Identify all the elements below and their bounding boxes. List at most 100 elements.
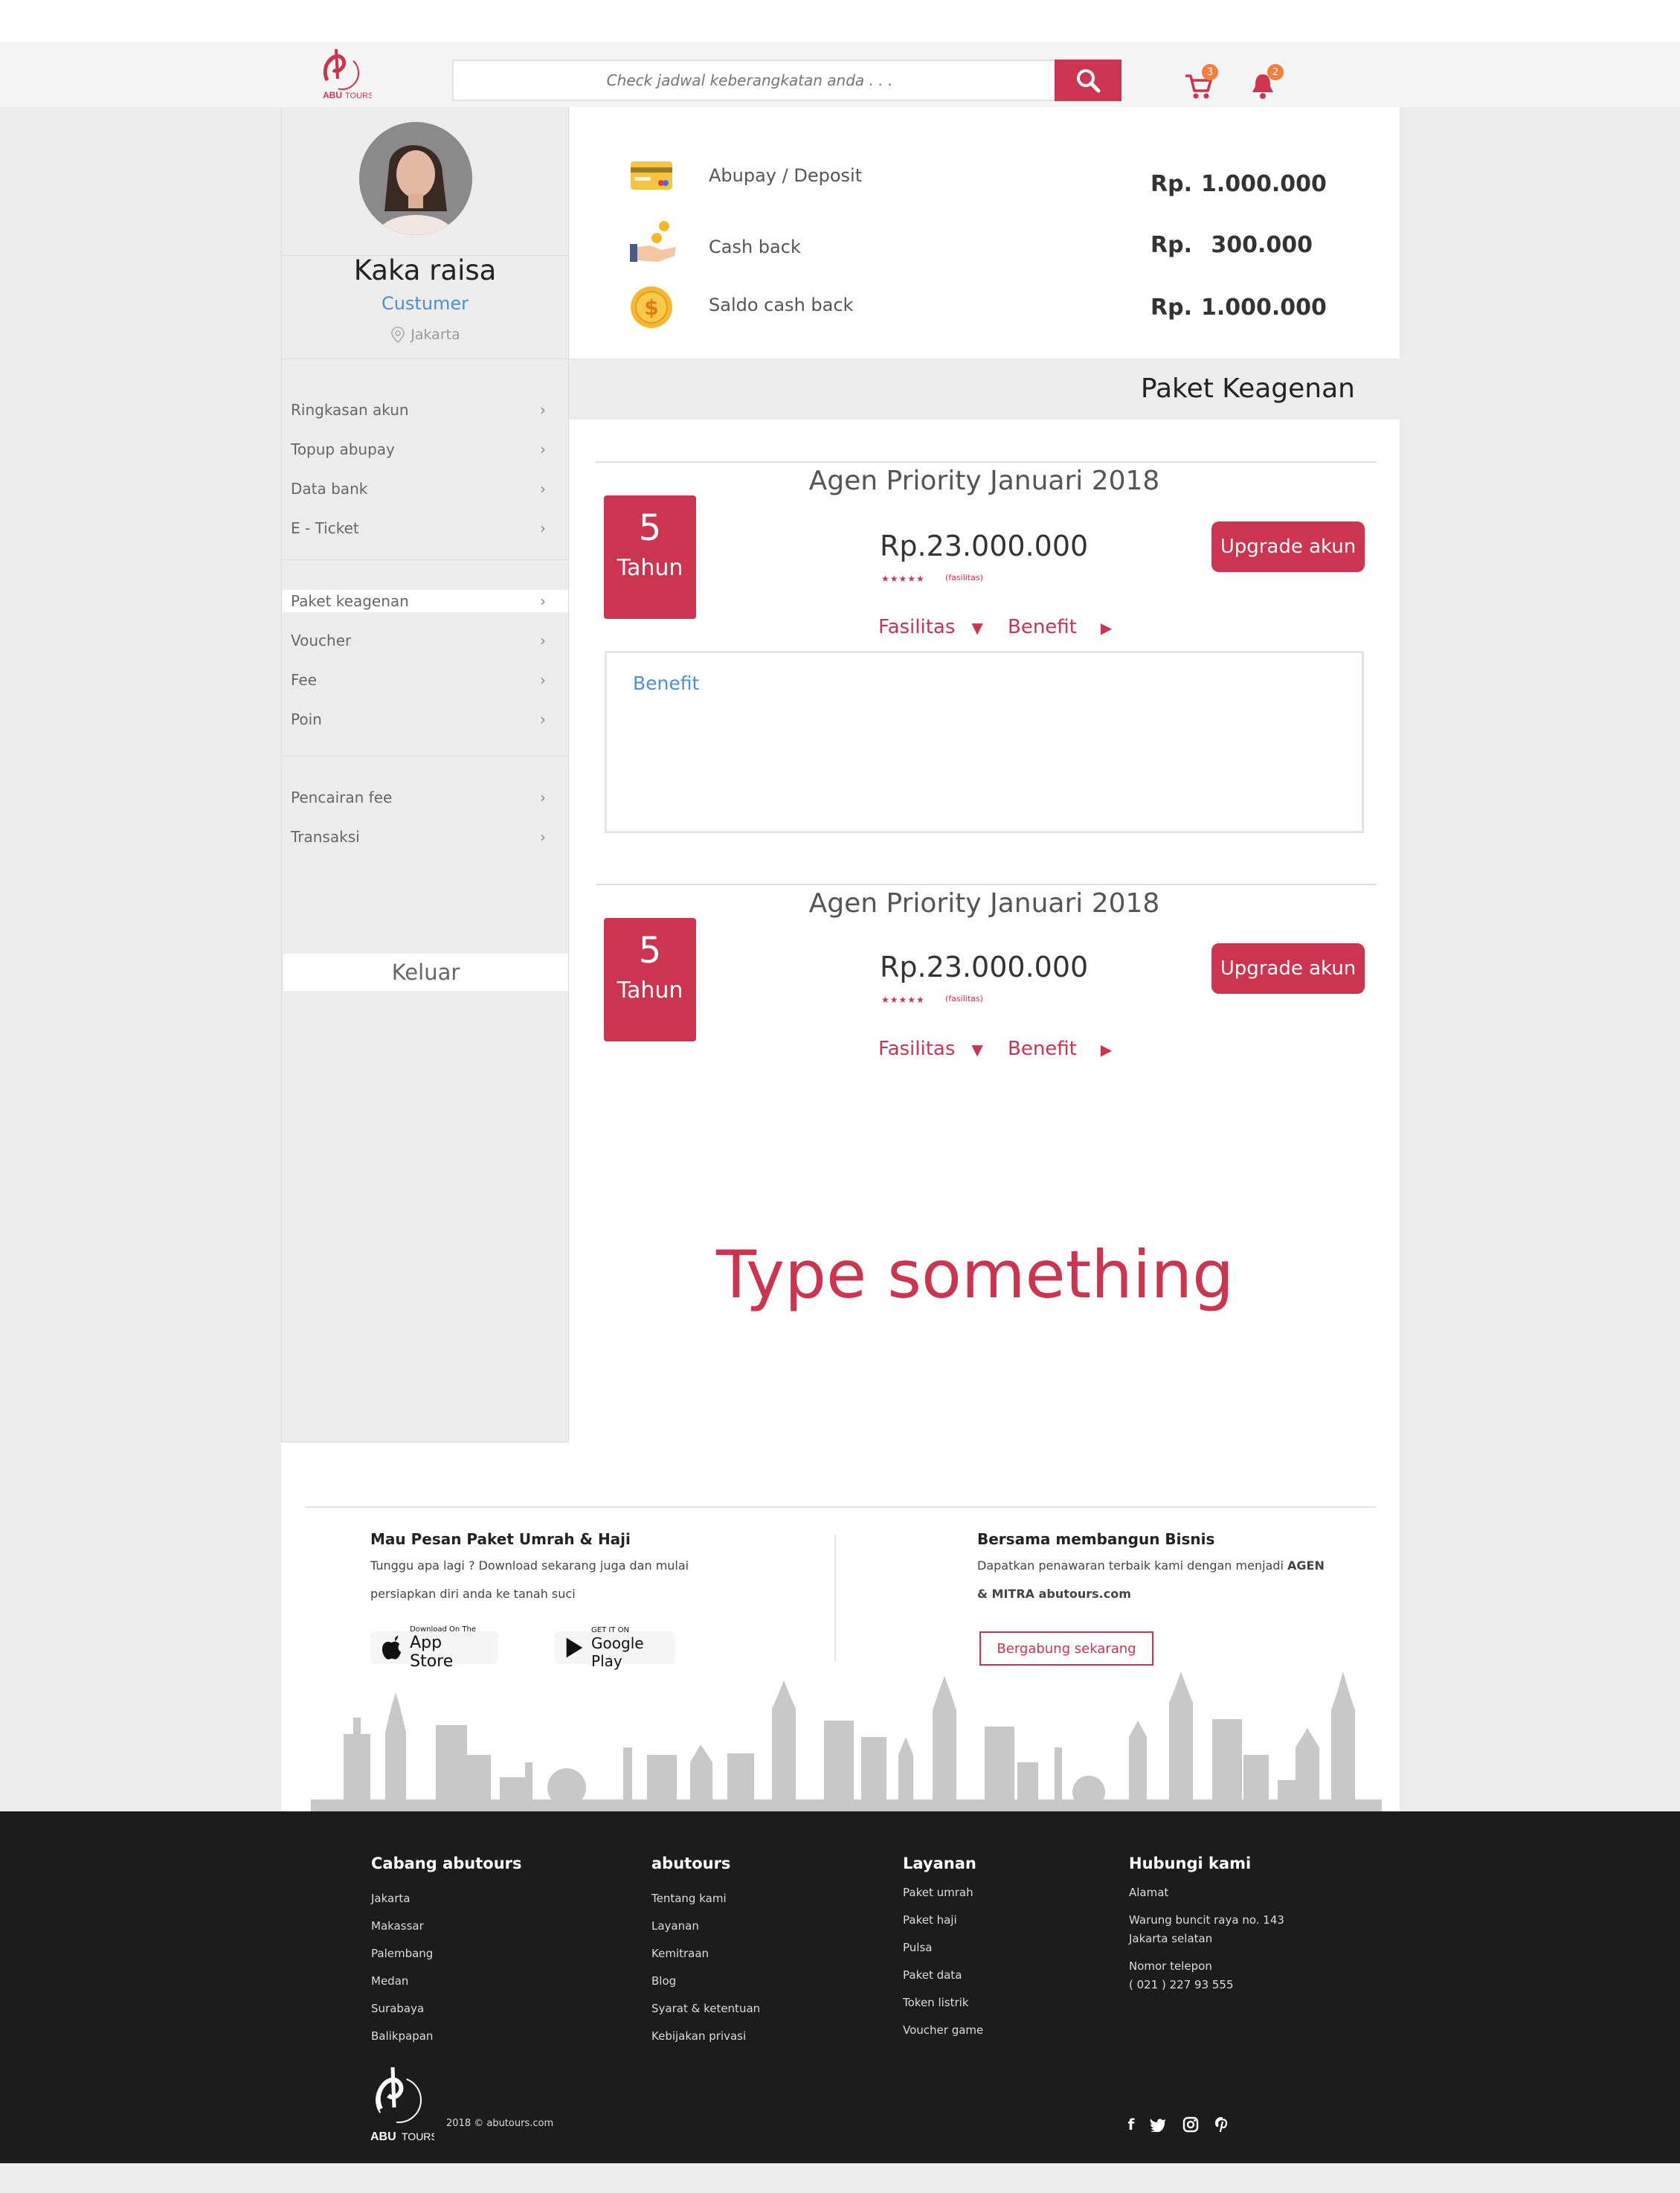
rating-stars: ★★★★★ (881, 995, 925, 1005)
svg-text:$: $ (644, 295, 658, 320)
duration-years: 5 (638, 507, 662, 549)
footer-link[interactable]: Medan (371, 1974, 408, 1988)
upgrade-account-button[interactable]: Upgrade akun (1211, 521, 1365, 572)
balance-currency: Rp. (1150, 295, 1192, 321)
footer-link[interactable]: Layanan (651, 1919, 699, 1933)
promo-right-title: Bersama membangun Bisnis (977, 1530, 1215, 1548)
divider (596, 461, 1377, 463)
benefit-panel-title: Benefit (633, 672, 700, 694)
twitter-icon[interactable] (1148, 2115, 1168, 2134)
sidebar-item-topup-abupay[interactable]: Topup abupay › (282, 438, 568, 460)
location-pin-icon (391, 327, 405, 344)
caret-down-icon: ▼ (971, 619, 983, 637)
chevron-right-icon: › (540, 828, 546, 846)
footer-link[interactable]: Blog (651, 1974, 676, 1988)
footer-phone: ( 021 ) 227 93 555 (1129, 1978, 1234, 1991)
footer-link[interactable]: Voucher game (903, 2023, 983, 2037)
sidebar-item-transaksi[interactable]: Transaksi › (282, 826, 568, 848)
sidebar-item-pencairan-fee[interactable]: Pencairan fee › (282, 786, 568, 809)
tab-fasilitas[interactable]: Fasilitas ▼ (878, 616, 983, 638)
package-name: Agen Priority Januari 2018 (808, 888, 1160, 919)
upgrade-account-button[interactable]: Upgrade akun (1211, 943, 1365, 994)
footer-link[interactable]: Syarat & ketentuan (651, 2002, 760, 2015)
footer-contact-title: Hubungi kami (1129, 1855, 1252, 1872)
sidebar-item-fee[interactable]: Fee › (282, 669, 568, 691)
chevron-right-icon: › (540, 592, 546, 610)
balance-label: Abupay / Deposit (709, 165, 863, 186)
package-name: Agen Priority Januari 2018 (808, 466, 1160, 496)
footer-link[interactable]: Kebijakan privasi (651, 2029, 746, 2043)
profile-location: Jakarta (282, 326, 568, 344)
footer-logo[interactable]: ABU TOURS (363, 2063, 438, 2148)
chevron-right-icon: › (540, 401, 546, 419)
search-input[interactable] (454, 61, 1120, 100)
placeholder-text: Type something (716, 1236, 1235, 1313)
tab-benefit[interactable]: Benefit ▶ (1008, 616, 1112, 638)
footer-link[interactable]: Jakarta (371, 1892, 410, 1905)
chevron-right-icon: › (540, 440, 546, 458)
instagram-icon[interactable] (1181, 2115, 1200, 2134)
sidebar: Kaka raisa Custumer Jakarta Ringkasan ak… (281, 107, 569, 1442)
main-content: Abupay / Deposit Rp. 1.000.000 Cash back… (569, 107, 1400, 1442)
chevron-right-icon: › (540, 671, 546, 689)
logout-button[interactable]: Keluar (283, 954, 568, 991)
app-store-button[interactable]: Download On The App Store (370, 1625, 498, 1671)
google-play-caption: GET IT ON (591, 1625, 629, 1634)
footer-phone-label: Nomor telepon (1129, 1959, 1212, 1973)
caret-right-icon: ▶ (1100, 1041, 1113, 1059)
footer-link[interactable]: Surabaya (371, 2002, 424, 2015)
facebook-icon[interactable]: f (1121, 2115, 1141, 2134)
profile-location-text: Jakarta (411, 327, 460, 343)
footer-link[interactable]: Makassar (371, 1919, 424, 1933)
footer-link[interactable]: Paket data (903, 1968, 962, 1982)
package-price: Rp.23.000.000 (880, 951, 1089, 983)
footer-address-line: Jakarta selatan (1129, 1932, 1213, 1945)
footer-link[interactable]: Tentang kami (651, 1892, 727, 1905)
search-bar (452, 60, 1121, 101)
divider (596, 884, 1377, 885)
footer-link[interactable]: Palembang (371, 1947, 433, 1960)
search-button[interactable] (1055, 60, 1121, 101)
divider (305, 1506, 1376, 1508)
balance-currency: Rp. (1150, 171, 1192, 197)
promo-left-title: Mau Pesan Paket Umrah & Haji (370, 1530, 631, 1548)
avatar[interactable] (359, 122, 472, 235)
sidebar-item-paket-keagenan[interactable]: Paket keagenan › (282, 590, 568, 612)
balance-amount: 1.000.000 (1201, 171, 1327, 197)
profile-role: Custumer (381, 293, 469, 314)
balance-amount: 1.000.000 (1201, 295, 1327, 321)
pinterest-icon[interactable] (1212, 2115, 1232, 2134)
footer-link[interactable]: Pulsa (903, 1941, 932, 1954)
footer-link[interactable]: Paket umrah (903, 1886, 973, 1899)
footer-address-label: Alamat (1129, 1886, 1169, 1899)
balance-label: Saldo cash back (709, 295, 854, 315)
tab-benefit[interactable]: Benefit ▶ (1008, 1038, 1112, 1060)
sidebar-item-poin[interactable]: Poin › (282, 708, 568, 731)
google-play-button[interactable]: GET IT ON Google Play (555, 1626, 675, 1670)
sidebar-item-voucher[interactable]: Voucher › (282, 629, 568, 652)
chevron-right-icon: › (540, 480, 546, 498)
divider (282, 559, 568, 560)
sidebar-item-data-bank[interactable]: Data bank › (282, 478, 568, 500)
svg-text:ABU: ABU (323, 90, 342, 100)
benefit-panel (605, 651, 1364, 833)
profile-name: Kaka raisa (353, 254, 497, 286)
cart-button[interactable]: 3 (1184, 64, 1220, 103)
duration-badge: 5 Tahun (604, 918, 696, 1041)
footer-link[interactable]: Paket haji (903, 1913, 957, 1927)
dollar-coin-icon: $ (630, 286, 673, 332)
svg-text:TOURS: TOURS (345, 91, 372, 100)
notification-button[interactable]: 2 (1249, 64, 1285, 103)
abutours-logo[interactable]: ABU TOURS (312, 43, 373, 103)
chevron-right-icon: › (540, 789, 546, 806)
sidebar-item-ringkasan-akun[interactable]: Ringkasan akun › (282, 399, 568, 421)
chevron-right-icon: › (540, 519, 546, 537)
footer-link[interactable]: Token listrik (903, 1996, 969, 2009)
footer-link[interactable]: Kemitraan (651, 1947, 709, 1960)
search-icon (1077, 69, 1101, 93)
footer-branches-title: Cabang abutours (371, 1855, 522, 1872)
footer-link[interactable]: Balikpapan (371, 2029, 433, 2043)
tab-fasilitas[interactable]: Fasilitas ▼ (878, 1038, 983, 1060)
sidebar-item-e-ticket[interactable]: E - Ticket › (282, 517, 568, 539)
join-now-button[interactable]: Bergabung sekarang (979, 1631, 1153, 1666)
